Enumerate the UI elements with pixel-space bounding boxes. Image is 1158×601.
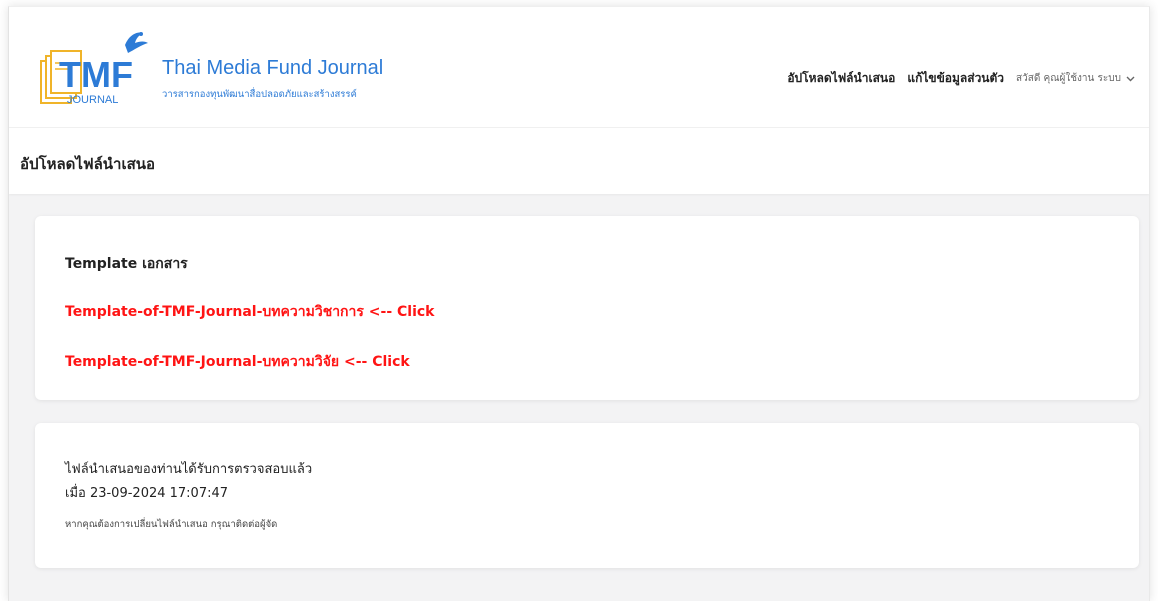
status-card: ไฟล์นำเสนอของท่านได้รับการตรวจสอบแล้ว เม… [35, 423, 1139, 568]
template-academic-link[interactable]: Template-of-TMF-Journal-บทความวิชาการ <-… [65, 301, 435, 323]
logo-title: Thai Media Fund Journal [162, 57, 384, 79]
change-file-note: หากคุณต้องการเปลี่ยนไฟล์นำเสนอ กรุณาติดต… [65, 519, 278, 530]
user-greeting: สวัสดี คุณผู้ใช้งาน ระบบ [1016, 73, 1121, 84]
chevron-down-icon [1126, 76, 1135, 81]
logo-letters: TMF [59, 54, 133, 95]
logo-journal-text: JOURNAL [67, 94, 118, 106]
nav-edit-profile-link[interactable]: แก้ไขข้อมูลส่วนตัว [907, 69, 1004, 88]
review-status-text: ไฟล์นำเสนอของท่านได้รับการตรวจสอบแล้ว [65, 462, 313, 477]
page-title-bar: อัปโหลดไฟล์นำเสนอ [9, 128, 1149, 194]
bird-logo-icon: TMF JOURNAL [40, 32, 148, 106]
user-menu[interactable]: สวัสดี คุณผู้ใช้งาน ระบบ [1016, 71, 1135, 86]
header: TMF JOURNAL Thai Media Fund Journal วารส… [9, 7, 1149, 128]
page-title: อัปโหลดไฟล์นำเสนอ [20, 155, 155, 173]
template-card: Template เอกสาร Template-of-TMF-Journal-… [35, 216, 1139, 400]
logo[interactable]: TMF JOURNAL Thai Media Fund Journal วารส… [37, 29, 407, 119]
logo-subtitle: วารสารกองทุนพัฒนาสื่อปลอดภัยและสร้างสรรค… [162, 89, 357, 100]
template-card-title: Template เอกสาร [65, 256, 188, 272]
top-nav: อัปโหลดไฟล์นำเสนอ แก้ไขข้อมูลส่วนตัว สวั… [775, 69, 1135, 88]
app-frame: TMF JOURNAL Thai Media Fund Journal วารส… [8, 6, 1150, 601]
nav-upload-link[interactable]: อัปโหลดไฟล์นำเสนอ [787, 69, 895, 88]
template-research-link[interactable]: Template-of-TMF-Journal-บทความวิจัย <-- … [65, 351, 410, 373]
review-timestamp: เมื่อ 23-09-2024 17:07:47 [65, 486, 229, 501]
